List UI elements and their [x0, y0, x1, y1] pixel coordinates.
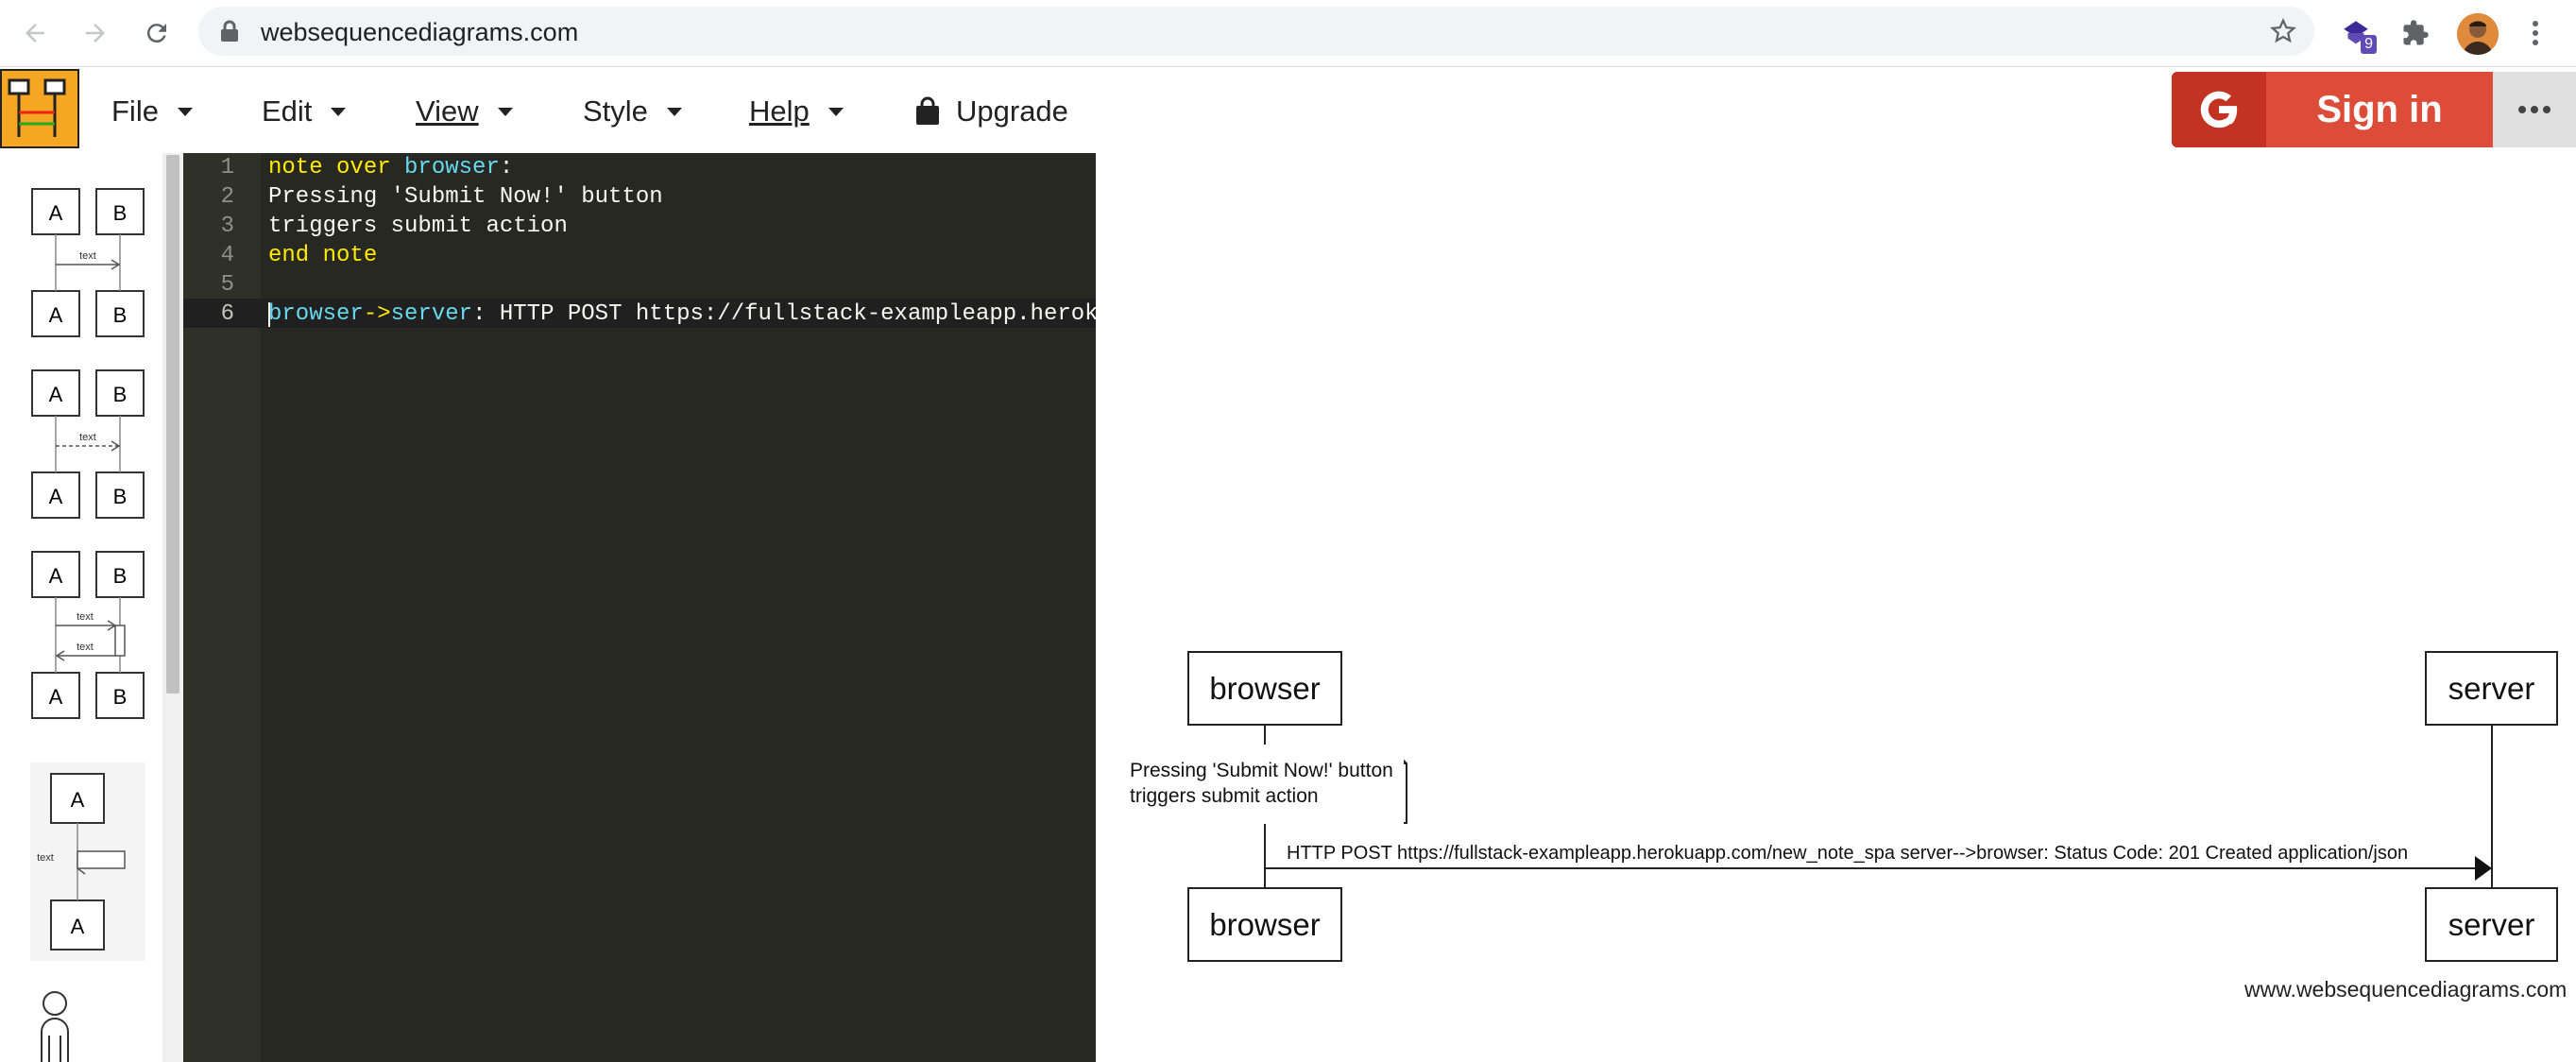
- code-editor[interactable]: 1 2 3 4 5 6 note over browser: Pressing …: [183, 153, 1096, 1062]
- tpl-box-label: B: [113, 383, 128, 406]
- tpl-msg-label: text: [79, 432, 96, 443]
- note: Pressing 'Submit Now!' button triggers s…: [1120, 745, 1404, 824]
- menu-edit[interactable]: Edit: [262, 91, 347, 132]
- google-icon: [2172, 72, 2266, 147]
- participant-server-bottom: server: [2425, 887, 2558, 962]
- menu-style[interactable]: Style: [583, 91, 682, 132]
- watermark: www.websequencediagrams.com: [2244, 977, 2567, 1002]
- template-sync-message[interactable]: A B A B text: [30, 187, 145, 338]
- arrowhead-icon: [2475, 856, 2492, 881]
- tpl-box-label: A: [49, 564, 63, 588]
- tpl-box-label: A: [71, 788, 85, 812]
- template-self-message[interactable]: A A text: [30, 762, 145, 961]
- code-line: end note: [268, 243, 377, 268]
- sign-in-button[interactable]: Sign in: [2172, 72, 2493, 147]
- line-number: 5: [220, 272, 234, 298]
- code-line: note over browser:: [268, 155, 513, 180]
- avatar[interactable]: [2457, 13, 2499, 55]
- chevron-down-icon: [497, 107, 513, 116]
- url-text: websequencediagrams.com: [261, 18, 579, 46]
- upgrade-label: Upgrade: [956, 94, 1068, 128]
- chevron-down-icon: [827, 107, 844, 116]
- menu-help-label: Help: [749, 94, 810, 128]
- template-panel: A B A B text A B A B text A B A B text t…: [0, 153, 162, 1062]
- forward-arrow-icon[interactable]: [73, 10, 118, 56]
- code-text: : HTTP POST https://fullstack-exampleapp…: [472, 301, 1096, 327]
- tpl-box-label: A: [49, 303, 63, 327]
- back-arrow-icon[interactable]: [12, 10, 58, 56]
- menu-file[interactable]: File: [111, 91, 193, 132]
- code-line: Pressing 'Submit Now!' button: [268, 184, 663, 210]
- tpl-msg-label: text: [79, 250, 96, 262]
- code-identifier: browser: [268, 301, 364, 327]
- tpl-box-label: B: [113, 685, 128, 709]
- chevron-down-icon: [331, 107, 347, 116]
- note-line: Pressing 'Submit Now!' button: [1130, 760, 1393, 781]
- upgrade-button[interactable]: Upgrade: [914, 91, 1068, 132]
- more-horizontal-icon: [2518, 106, 2550, 113]
- code-line: triggers submit action: [268, 214, 568, 239]
- tpl-box-label: A: [49, 383, 63, 406]
- code-identifier: browser: [404, 155, 500, 180]
- template-scrollbar-thumb[interactable]: [166, 155, 179, 694]
- line-number: 3: [220, 214, 234, 239]
- diagram-canvas[interactable]: browser server browser server Pressing '…: [1096, 153, 2576, 1062]
- tpl-box-label: A: [71, 915, 85, 938]
- menu-help[interactable]: Help: [749, 91, 844, 132]
- participant-browser-bottom: browser: [1187, 887, 1342, 962]
- message-arrow-line: [1265, 867, 2480, 869]
- tpl-box-label: A: [49, 685, 63, 709]
- lock-icon: [219, 20, 240, 47]
- browser-toolbar: websequencediagrams.com 9: [0, 0, 2576, 67]
- bookmark-star-icon[interactable]: [2269, 17, 2297, 50]
- line-number: 6: [220, 301, 234, 327]
- template-actor[interactable]: [30, 986, 145, 1062]
- tpl-box-label: A: [49, 201, 63, 225]
- template-activation[interactable]: A B A B text text: [30, 550, 145, 720]
- tpl-box-label: B: [113, 303, 128, 327]
- chevron-down-icon: [666, 107, 682, 116]
- code-text: :: [499, 155, 514, 180]
- tpl-msg-label: text: [37, 852, 54, 864]
- tpl-box-label: B: [113, 485, 128, 508]
- puzzle-icon[interactable]: [2393, 10, 2438, 56]
- participant-server-top: server: [2425, 651, 2558, 726]
- template-async-message[interactable]: A B A B text: [30, 368, 145, 520]
- code-keyword: note over: [268, 155, 391, 180]
- text-cursor: [268, 302, 270, 327]
- more-options-button[interactable]: [2493, 72, 2576, 147]
- menu-view-label: View: [416, 94, 479, 128]
- menu-file-label: File: [111, 94, 159, 128]
- code-identifier: server: [390, 301, 473, 327]
- participant-browser-top: browser: [1187, 651, 1342, 726]
- line-number: 1: [220, 155, 234, 180]
- menu-edit-label: Edit: [262, 94, 313, 128]
- note-line: triggers submit action: [1130, 785, 1319, 807]
- reload-icon[interactable]: [134, 10, 179, 56]
- chevron-down-icon: [177, 107, 193, 116]
- menu-style-label: Style: [583, 94, 648, 128]
- code-line: browser->server: HTTP POST https://fulls…: [268, 301, 1096, 327]
- tpl-box-label: A: [49, 485, 63, 508]
- sign-in-label: Sign in: [2316, 88, 2443, 130]
- tpl-box-label: B: [113, 564, 128, 588]
- kebab-menu-icon[interactable]: [2513, 10, 2558, 56]
- tpl-msg-label: text: [77, 642, 94, 653]
- tpl-msg-label: text: [77, 611, 94, 623]
- extension-icon[interactable]: 9: [2333, 10, 2379, 56]
- address-bar[interactable]: websequencediagrams.com: [198, 7, 2314, 56]
- extension-badge: 9: [2361, 35, 2377, 54]
- code-keyword: end note: [268, 243, 378, 268]
- menu-view[interactable]: View: [416, 91, 513, 132]
- tpl-box-label: B: [113, 201, 128, 225]
- message-label: HTTP POST https://fullstack-exampleapp.h…: [1287, 843, 2409, 864]
- shopping-bag-icon: [914, 96, 941, 127]
- line-number: 4: [220, 243, 234, 268]
- code-operator: ->: [363, 301, 391, 327]
- app-logo[interactable]: [0, 69, 79, 148]
- line-number: 2: [220, 184, 234, 210]
